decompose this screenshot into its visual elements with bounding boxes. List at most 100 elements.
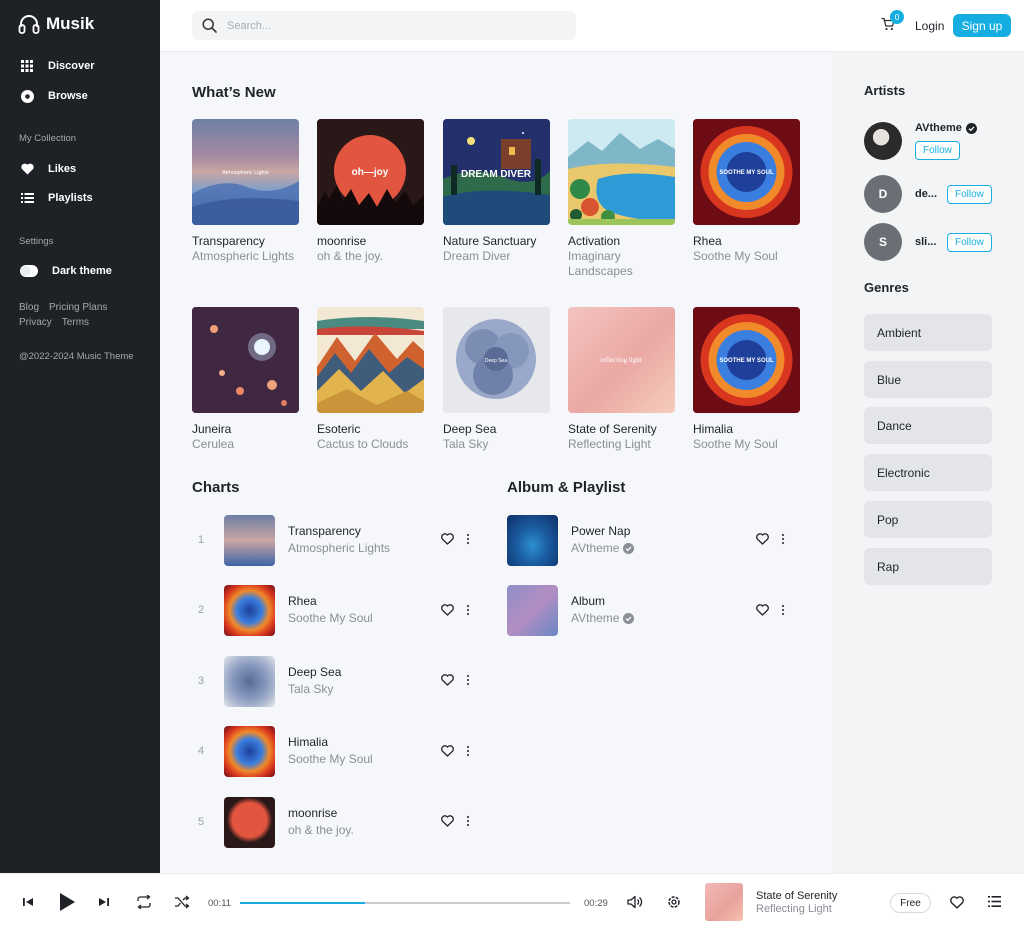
more-vertical-icon[interactable] <box>781 533 785 545</box>
card-artist: Soothe My Soul <box>693 249 778 263</box>
grid-icon <box>20 59 34 73</box>
dark-theme-toggle[interactable]: Dark theme <box>20 265 112 277</box>
heart-outline-icon[interactable] <box>756 604 769 616</box>
genre-item[interactable]: Ambient <box>864 314 992 351</box>
artists-title: Artists <box>864 83 906 98</box>
chart-row[interactable]: 2 Rhea Soothe My Soul <box>192 584 428 636</box>
genres-title: Genres <box>864 280 909 295</box>
repeat-icon[interactable] <box>136 895 152 909</box>
album-cover: SOOTHE MY SOUL <box>693 307 800 413</box>
chart-row[interactable]: 5 moonrise oh & the joy. <box>192 796 428 848</box>
sidebar-item-label: Discover <box>48 60 95 72</box>
heart-outline-icon[interactable] <box>950 896 964 909</box>
genre-item[interactable]: Dance <box>864 407 992 444</box>
album-card-rhea[interactable]: SOOTHE MY SOUL Rhea Soothe My Soul <box>693 119 800 264</box>
sidebar-item-playlists[interactable]: Playlists <box>20 191 93 205</box>
play-icon[interactable] <box>58 892 76 912</box>
cover-text: Deep Sea <box>485 358 507 364</box>
more-vertical-icon[interactable] <box>466 815 470 827</box>
sidebar-item-browse[interactable]: Browse <box>20 89 88 103</box>
playlist-info: Album AVtheme <box>571 593 711 627</box>
privacy-link[interactable]: Privacy <box>19 317 52 328</box>
whats-new-title: What’s New <box>192 84 276 101</box>
skip-previous-icon[interactable] <box>22 896 34 908</box>
shuffle-icon[interactable] <box>174 895 190 909</box>
artist-info: AVtheme Follow <box>915 122 977 160</box>
album-cover: oh—joy <box>317 119 424 225</box>
settings-gear-icon[interactable] <box>667 895 681 909</box>
skip-next-icon[interactable] <box>98 896 110 908</box>
track-title: Himalia <box>288 735 329 749</box>
queue-list-icon[interactable] <box>988 896 1001 907</box>
playlist-row-actions <box>756 604 785 616</box>
follow-button[interactable]: Follow <box>947 232 992 252</box>
album-card-nature-sanctuary[interactable]: DREAM DIVER Nature Sanctuary Dream Diver <box>443 119 550 264</box>
sidebar-item-label: Playlists <box>48 192 93 204</box>
track-info: Deep Sea Tala Sky <box>288 664 428 698</box>
cart-button[interactable]: 0 <box>881 10 904 33</box>
login-link[interactable]: Login <box>915 19 944 33</box>
search-input[interactable] <box>227 19 557 32</box>
album-card-activation[interactable]: Activation Imaginary Landscapes <box>568 119 675 279</box>
heart-outline-icon[interactable] <box>441 674 454 686</box>
follow-button[interactable]: Follow <box>947 184 992 204</box>
album-card-juneira[interactable]: Juneira Cerulea <box>192 307 299 452</box>
more-vertical-icon[interactable] <box>466 604 470 616</box>
signup-button[interactable]: Sign up <box>953 14 1011 37</box>
terms-link[interactable]: Terms <box>62 317 89 328</box>
heart-outline-icon[interactable] <box>441 815 454 827</box>
chart-row-actions <box>441 815 470 827</box>
app-logo[interactable]: Musik <box>18 14 94 34</box>
album-card-moonrise[interactable]: oh—joy moonrise oh & the joy. <box>317 119 424 264</box>
cover-text: SOOTHE MY SOUL <box>719 358 774 364</box>
album-card-state-of-serenity[interactable]: reflecting light State of Serenity Refle… <box>568 307 675 452</box>
pricing-link[interactable]: Pricing Plans <box>49 302 107 313</box>
now-playing-artist: Reflecting Light <box>756 903 832 915</box>
heart-outline-icon[interactable] <box>756 533 769 545</box>
playlist-artist: AVtheme <box>571 610 711 627</box>
album-card-deep-sea[interactable]: Deep Sea Deep Sea Tala Sky <box>443 307 550 452</box>
track-thumbnail <box>224 725 275 777</box>
plan-badge-button[interactable]: Free <box>890 893 931 913</box>
album-card-transparency[interactable]: Atmospheric Lights Transparency Atmosphe… <box>192 119 299 264</box>
track-info: moonrise oh & the joy. <box>288 805 428 839</box>
chart-row[interactable]: 4 Himalia Soothe My Soul <box>192 725 428 777</box>
sidebar-item-discover[interactable]: Discover <box>20 59 94 73</box>
genre-item[interactable]: Electronic <box>864 454 992 491</box>
heart-outline-icon[interactable] <box>441 533 454 545</box>
track-thumbnail <box>224 584 275 636</box>
dark-theme-label: Dark theme <box>52 265 112 277</box>
chart-row[interactable]: 1 Transparency Atmospheric Lights <box>192 514 428 566</box>
more-vertical-icon[interactable] <box>466 674 470 686</box>
genre-item[interactable]: Pop <box>864 501 992 538</box>
more-vertical-icon[interactable] <box>781 604 785 616</box>
card-title: Esoteric <box>317 422 361 436</box>
card-title: Rhea <box>693 234 722 248</box>
heart-outline-icon[interactable] <box>441 745 454 757</box>
album-card-esoteric[interactable]: Esoteric Cactus to Clouds <box>317 307 424 452</box>
follow-button[interactable]: Follow <box>915 141 960 160</box>
artist-item[interactable]: AVtheme Follow <box>864 122 977 160</box>
playlist-title: Album <box>571 594 606 608</box>
card-artist: Cerulea <box>192 437 235 451</box>
search-bar[interactable] <box>192 11 576 40</box>
more-vertical-icon[interactable] <box>466 533 470 545</box>
artist-name: AVtheme <box>915 122 962 134</box>
artist-item[interactable]: D de... Follow <box>864 175 992 213</box>
genre-item[interactable]: Blue <box>864 361 992 398</box>
playlist-row[interactable]: Album AVtheme <box>507 584 711 636</box>
heart-outline-icon[interactable] <box>441 604 454 616</box>
artist-item[interactable]: S sli... Follow <box>864 223 992 261</box>
toggle-switch[interactable] <box>20 265 38 277</box>
sidebar-item-likes[interactable]: Likes <box>20 162 76 176</box>
volume-icon[interactable] <box>627 895 643 909</box>
album-card-himalia[interactable]: SOOTHE MY SOUL Himalia Soothe My Soul <box>693 307 800 452</box>
progress-bar[interactable] <box>240 902 570 904</box>
footer-links: Blog Pricing Plans Privacy Terms <box>19 300 117 330</box>
more-vertical-icon[interactable] <box>466 745 470 757</box>
genre-item[interactable]: Rap <box>864 548 992 585</box>
playlist-row[interactable]: Power Nap AVtheme <box>507 514 711 566</box>
track-artist: Atmospheric Lights <box>288 541 391 555</box>
chart-row[interactable]: 3 Deep Sea Tala Sky <box>192 655 428 707</box>
blog-link[interactable]: Blog <box>19 302 39 313</box>
